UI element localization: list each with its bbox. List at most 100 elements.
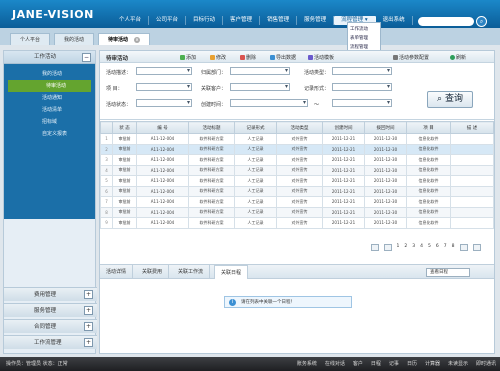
table-cell: 2011-12-21 xyxy=(322,164,365,176)
quick-link[interactable]: 在线对话 xyxy=(325,357,345,371)
collapse-icon[interactable]: − xyxy=(82,53,91,62)
column-header[interactable]: 记录形式 xyxy=(234,121,277,134)
sidebar-section[interactable]: 服务管理 + xyxy=(4,303,97,317)
page-number[interactable]: 7 xyxy=(444,244,447,251)
record-form-select[interactable] xyxy=(332,83,392,91)
sidebar-item-selected[interactable]: 待审活动 xyxy=(8,80,91,92)
sidebar-item[interactable]: 我的活动 xyxy=(4,68,95,80)
top-menu-item[interactable]: 服务管理 xyxy=(297,16,335,25)
table-row[interactable]: 9 审批前 A11-12-004 软件科研方案 人工记录 对外宣传 2011-12-21 20… xyxy=(100,217,494,229)
search-button[interactable]: ⌕ xyxy=(476,16,487,27)
config-button[interactable]: 活动参数配置 xyxy=(393,54,429,61)
tab-pending[interactable]: 待审活动 × xyxy=(98,33,151,45)
sidebar-item[interactable]: 招标域 xyxy=(4,116,95,128)
sidebar-section[interactable]: 合同管理 + xyxy=(4,319,97,333)
expand-icon[interactable]: + xyxy=(84,338,93,347)
sidebar-item[interactable]: 活动通知 xyxy=(4,92,95,104)
quick-link[interactable]: 账务系统 xyxy=(297,357,317,371)
top-menu-item[interactable]: 公司平台 xyxy=(149,16,187,25)
quick-link[interactable]: 计算器 xyxy=(425,357,440,371)
sidebar-item[interactable]: 活动清单 xyxy=(4,104,95,116)
tab-activity-detail[interactable]: 活动详情 xyxy=(100,265,134,279)
column-header[interactable]: 活动标题 xyxy=(188,121,235,134)
page-number[interactable]: 6 xyxy=(436,244,439,251)
expand-icon[interactable]: + xyxy=(84,290,93,299)
top-menu-item[interactable]: 客户管理 xyxy=(223,16,261,25)
tab-related-schedule[interactable]: 关联日程 xyxy=(214,265,249,279)
quick-link[interactable]: 日程 xyxy=(371,357,381,371)
table-row[interactable]: 8 审批前 A11-12-004 软件科研方案 人工记录 对外宣传 2011-12-21 20… xyxy=(100,206,494,218)
export-button[interactable]: 导出数据 xyxy=(270,54,296,61)
top-menu-item[interactable]: 退出系统 xyxy=(376,16,413,25)
page-number[interactable]: 4 xyxy=(420,244,423,251)
edit-button[interactable]: 修改 xyxy=(210,54,226,61)
column-header[interactable]: 创建时间 xyxy=(322,121,365,134)
page-number[interactable]: 1 xyxy=(397,244,400,251)
top-menu-item[interactable]: 目标行动 xyxy=(186,16,224,25)
next-page-button[interactable] xyxy=(459,244,468,251)
first-page-button[interactable] xyxy=(370,244,379,251)
last-page-button[interactable] xyxy=(472,244,481,251)
dropdown-item[interactable]: 表单管理 xyxy=(350,34,378,43)
quick-link[interactable]: 客户 xyxy=(353,357,363,371)
customer-select[interactable] xyxy=(230,83,290,91)
delete-button[interactable]: 删除 xyxy=(240,54,256,61)
column-header[interactable]: 活动类型 xyxy=(276,121,323,134)
sidebar-section[interactable]: 费用管理 + xyxy=(4,287,97,301)
table-row[interactable]: 3 审批前 A11-12-004 软件科研方案 人工记录 对外宣传 2011-12-21 20… xyxy=(100,154,494,166)
activity-type-select[interactable] xyxy=(332,67,392,75)
field-label: 归属部门： xyxy=(201,70,227,76)
template-button[interactable]: 活动模板 xyxy=(308,54,334,61)
table-row[interactable]: 6 审批前 A11-12-004 软件科研方案 人工记录 对外宣传 2011-12-21 20… xyxy=(100,185,494,197)
table-row[interactable]: 7 审批前 A11-12-004 软件科研方案 人工记录 对外宣传 2011-12-21 20… xyxy=(100,196,494,208)
expand-icon[interactable]: + xyxy=(84,306,93,315)
column-header[interactable]: 编 号 xyxy=(136,121,189,134)
close-icon[interactable]: × xyxy=(134,37,141,43)
dropdown-item[interactable]: 工作流动 xyxy=(350,25,378,34)
table-row[interactable]: 2 审批前 A11-12-004 软件科研方案 人工记录 对外宣传 2011-12-21 20… xyxy=(100,143,494,155)
tab-related-cost[interactable]: 关联费用 xyxy=(136,265,170,279)
table-row[interactable]: 4 审批前 A11-12-004 软件科研方案 人工记录 对外宣传 2011-12-21 20… xyxy=(100,164,494,176)
quick-link[interactable]: 即时通讯 xyxy=(476,357,496,371)
search-input[interactable] xyxy=(418,17,474,26)
sidebar-header[interactable]: 工作活动 − xyxy=(4,51,95,64)
sidebar-section[interactable]: 工作流管理 + xyxy=(4,335,97,349)
column-header[interactable]: 描 述 xyxy=(450,121,494,134)
table-cell: 2011-12-30 xyxy=(364,196,407,208)
table-row[interactable]: 1 审批前 A11-12-004 软件科研方案 人工记录 对外宣传 2011-12-21 20… xyxy=(100,133,494,145)
tab-related-workflow[interactable]: 关联工作流 xyxy=(172,265,211,279)
project-select[interactable] xyxy=(136,83,192,91)
top-menu-item[interactable]: 个人平台 xyxy=(112,16,150,25)
prev-page-button[interactable] xyxy=(383,244,392,251)
add-button[interactable]: 添加 xyxy=(180,54,196,61)
table-cell: 信息化软件 xyxy=(406,133,451,145)
refresh-button[interactable]: 刷新 xyxy=(450,54,466,61)
activity-desc-select[interactable] xyxy=(136,67,192,75)
quick-link[interactable]: 未读显示 xyxy=(448,357,468,371)
column-header[interactable]: 项 目 xyxy=(406,121,451,134)
page-number[interactable]: 2 xyxy=(404,244,407,251)
page-number[interactable]: 5 xyxy=(428,244,431,251)
tab-my-activities[interactable]: 我的活动 xyxy=(54,33,95,45)
section-label: 费用管理 xyxy=(34,292,57,298)
column-header[interactable]: 拨回时间 xyxy=(364,121,407,134)
page-number[interactable]: 3 xyxy=(412,244,415,251)
created-date-start[interactable] xyxy=(230,99,308,107)
created-date-end[interactable] xyxy=(332,99,392,107)
table-cell: 软件科研方案 xyxy=(188,196,235,208)
quick-link[interactable]: 日历 xyxy=(407,357,417,371)
query-button[interactable]: ⌕ 查询 xyxy=(427,91,473,108)
page-number[interactable]: 8 xyxy=(452,244,455,251)
quick-link[interactable]: 记事 xyxy=(389,357,399,371)
refresh-icon xyxy=(450,55,455,60)
activity-status-select[interactable] xyxy=(136,99,192,107)
table-cell: 人工记录 xyxy=(234,133,277,145)
department-select[interactable] xyxy=(230,67,290,75)
column-header[interactable]: 状 态 xyxy=(112,121,137,134)
table-row[interactable]: 5 审批前 A11-12-004 软件科研方案 人工记录 对外宣传 2011-12-21 20… xyxy=(100,175,494,187)
tab-personal[interactable]: 个人平台 xyxy=(10,33,51,45)
sidebar-item[interactable]: 自定义报表 xyxy=(4,128,95,140)
schedule-select[interactable]: 查看日程 xyxy=(426,268,470,277)
top-menu-item[interactable]: 销售管理 xyxy=(260,16,298,25)
expand-icon[interactable]: + xyxy=(84,322,93,331)
